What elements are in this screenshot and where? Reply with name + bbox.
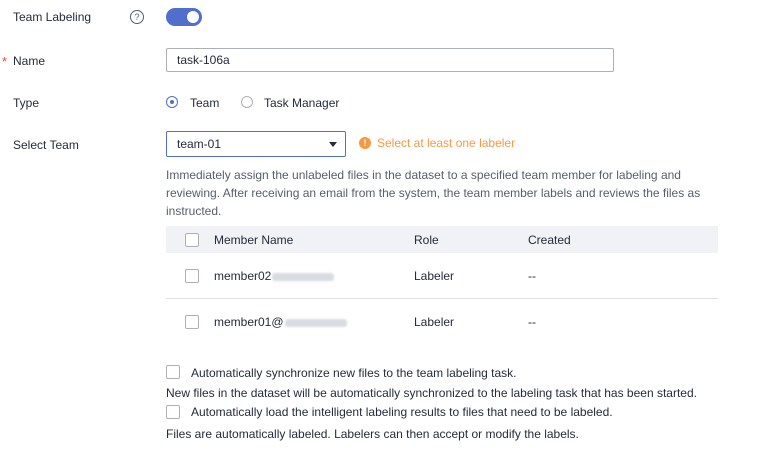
auto-load-checkbox[interactable] — [166, 405, 180, 419]
member-name-text: member01@ — [214, 315, 284, 329]
redacted-email — [284, 318, 347, 327]
radio-task-manager[interactable] — [241, 96, 253, 108]
chevron-down-icon — [329, 142, 337, 147]
row-divider — [166, 298, 718, 299]
column-header-created: Created — [528, 233, 571, 247]
redacted-email — [272, 272, 335, 281]
table-row-created: -- — [528, 315, 536, 329]
table-row-member-name: member01@ — [214, 315, 347, 329]
sync-note: New files in the dataset will be automat… — [166, 386, 697, 400]
member-name-text: member02 — [214, 269, 272, 283]
warning-text: Select at least one labeler — [377, 136, 516, 150]
sync-checkbox[interactable] — [166, 365, 180, 379]
warning-icon: ! — [359, 137, 371, 149]
team-labeling-label: Team Labeling — [13, 10, 92, 24]
table-row-role: Labeler — [414, 269, 455, 283]
table-row-member-name: member02 — [214, 269, 335, 283]
name-input[interactable]: task-106a — [166, 48, 614, 72]
toggle-knob — [187, 11, 199, 23]
radio-team[interactable] — [166, 96, 178, 108]
radio-team-label[interactable]: Team — [190, 96, 219, 110]
team-description: Immediately assign the unlabeled files i… — [166, 168, 701, 218]
auto-load-note: Files are automatically labeled. Labeler… — [166, 427, 579, 441]
column-header-role: Role — [414, 233, 439, 247]
team-select[interactable]: team-01 — [166, 131, 346, 157]
help-icon[interactable]: ? — [130, 10, 144, 24]
team-select-value: team-01 — [177, 137, 222, 151]
table-row-created: -- — [528, 269, 536, 283]
radio-task-manager-label[interactable]: Task Manager — [264, 96, 339, 110]
row-checkbox[interactable] — [185, 269, 199, 283]
name-label: Name — [13, 54, 46, 68]
select-all-checkbox[interactable] — [185, 233, 199, 247]
table-row-role: Labeler — [414, 315, 455, 329]
select-team-label: Select Team — [13, 138, 79, 152]
column-header-member-name: Member Name — [214, 233, 294, 247]
team-labeling-toggle[interactable] — [166, 8, 202, 26]
required-mark: * — [2, 54, 8, 69]
sync-label[interactable]: Automatically synchronize new files to t… — [191, 366, 517, 380]
auto-load-label[interactable]: Automatically load the intelligent label… — [191, 405, 613, 419]
type-label: Type — [13, 96, 40, 110]
row-checkbox[interactable] — [185, 315, 199, 329]
